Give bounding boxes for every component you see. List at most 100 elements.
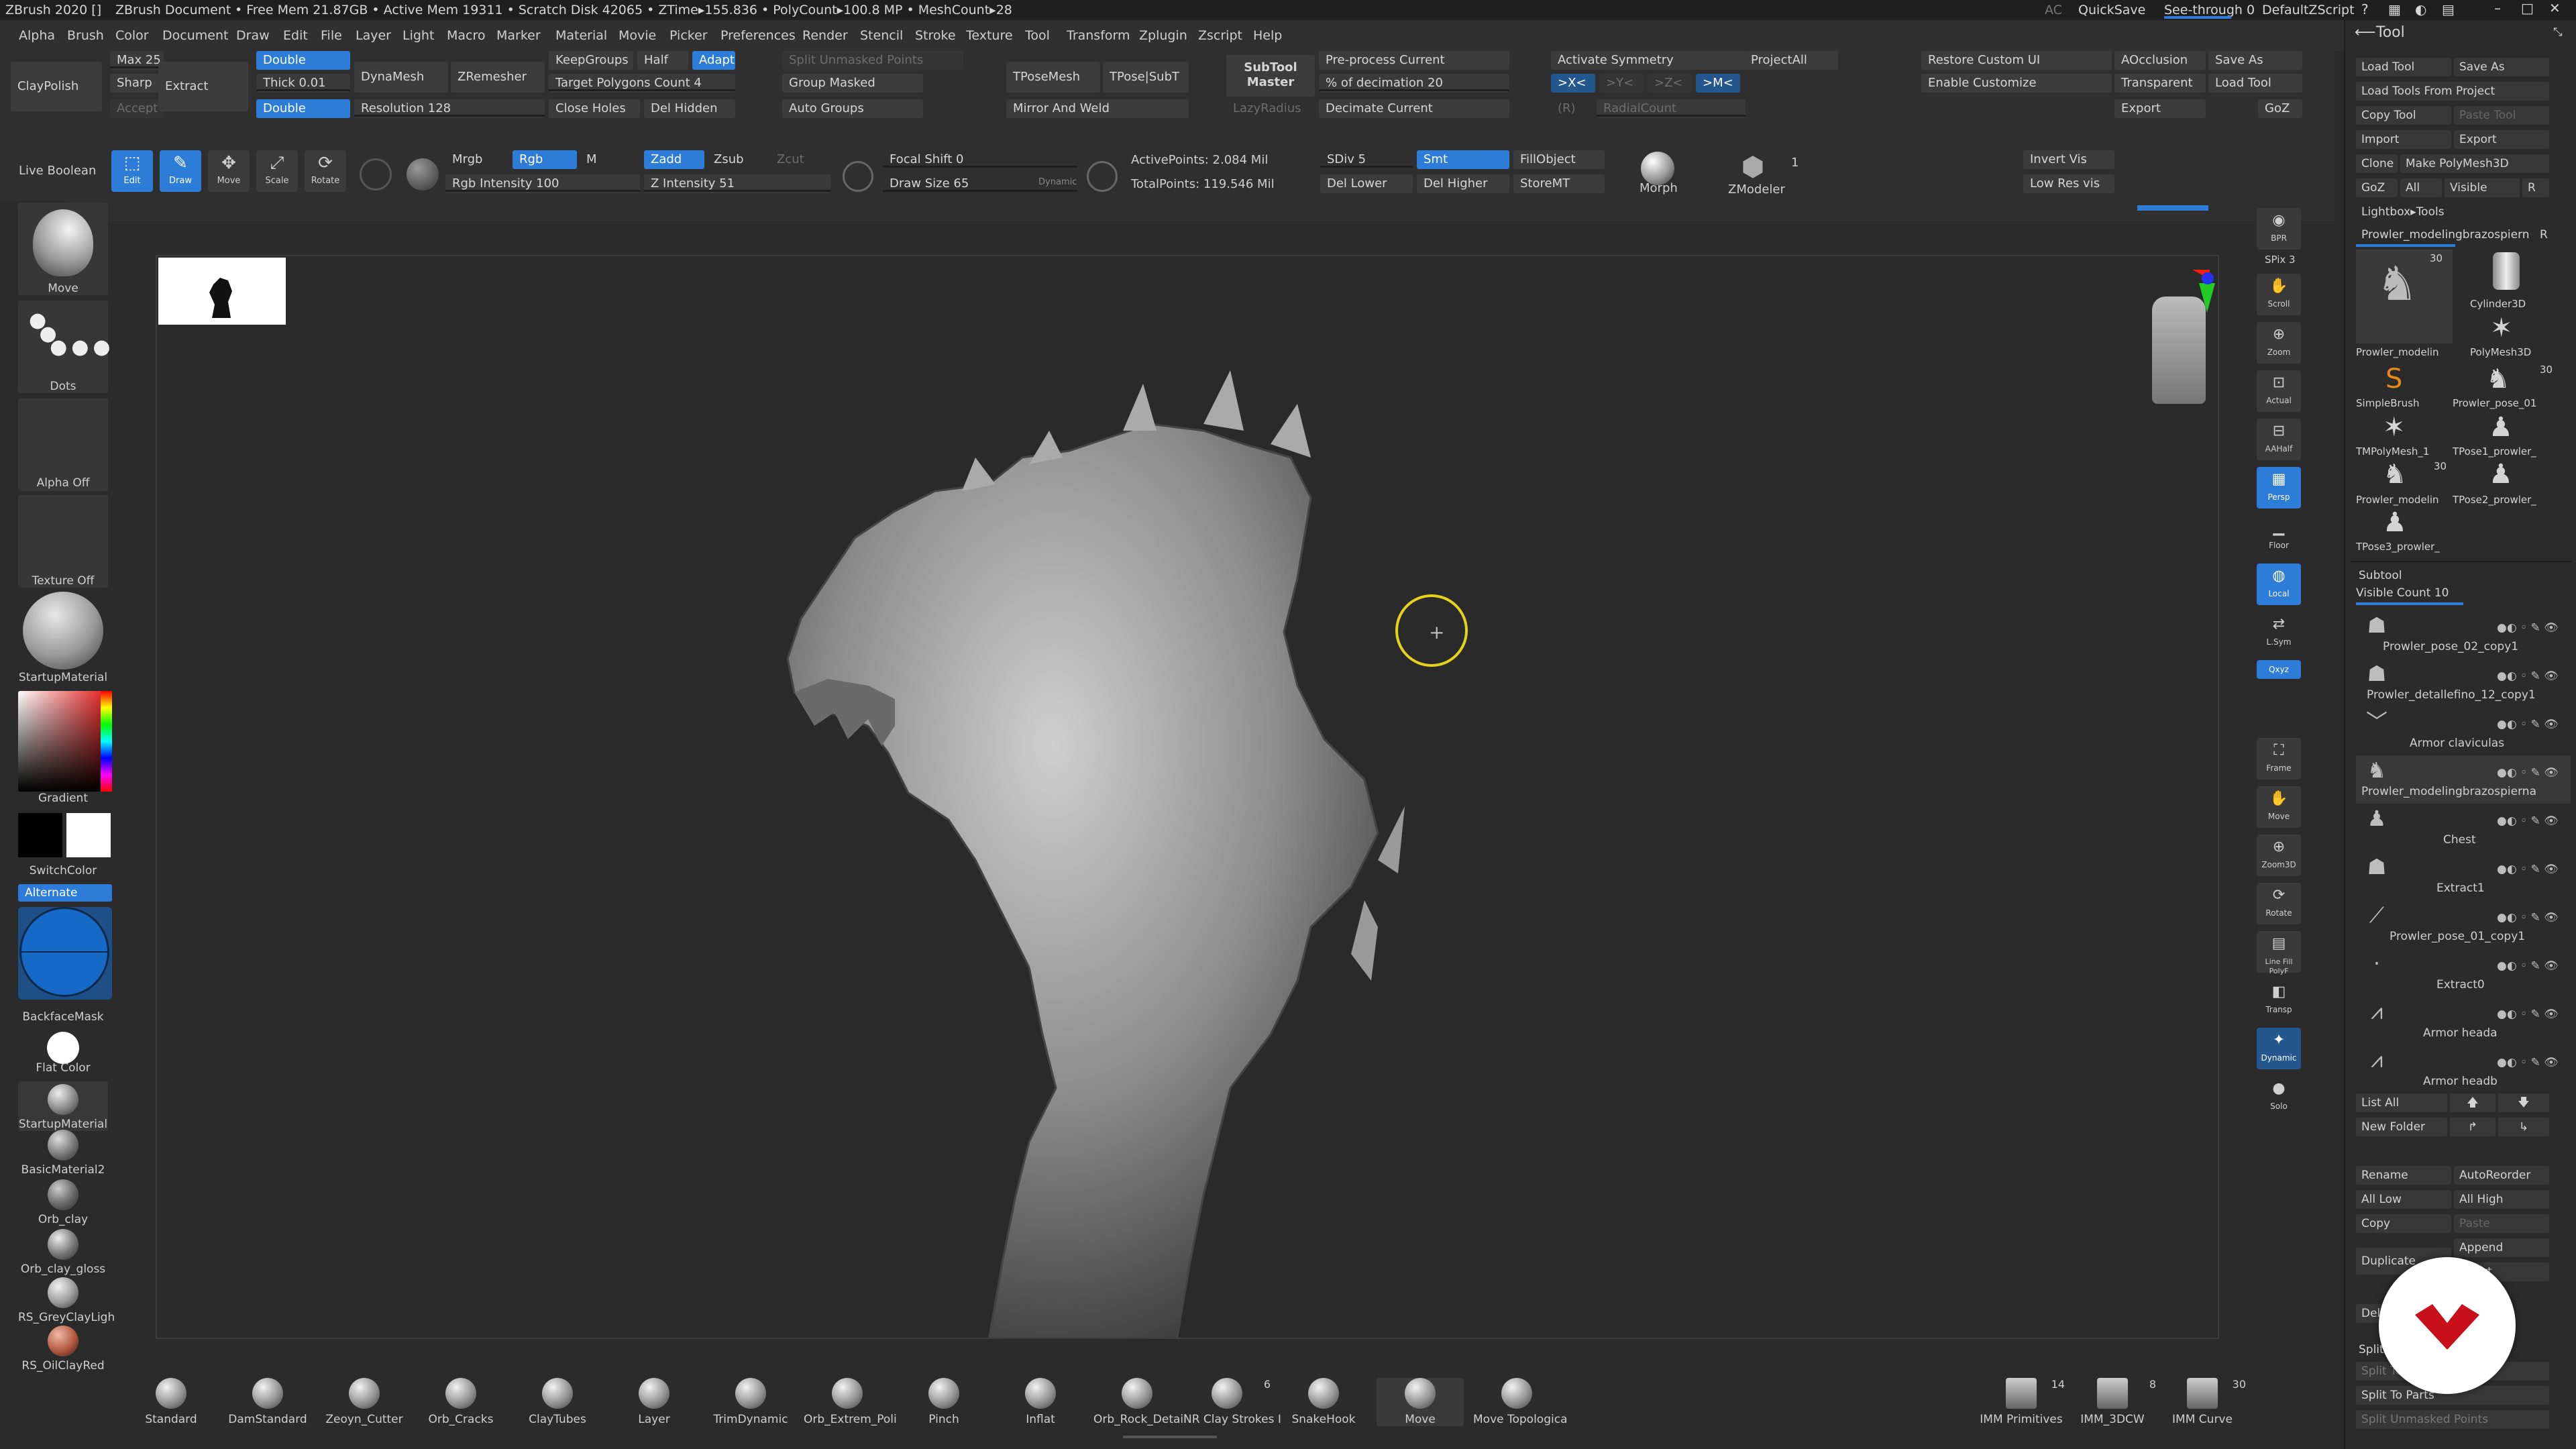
move-down-button[interactable]: 🡇	[2498, 1093, 2549, 1112]
dynamesh-button[interactable]: DynaMesh	[354, 62, 448, 93]
brush-orb-cracks[interactable]: Orb_Cracks	[417, 1378, 504, 1426]
draw-mode-button[interactable]: ✎ Draw	[160, 150, 201, 192]
minimize-icon[interactable]: –	[2494, 0, 2501, 16]
zadd-button[interactable]: Zadd	[644, 150, 704, 169]
view-gizmo[interactable]	[2118, 270, 2215, 404]
edit-mode-button[interactable]: ⬚ Edit	[111, 150, 153, 192]
save-as-button[interactable]: Save As	[2208, 51, 2302, 70]
tpose3-tool-icon[interactable]: ♟	[2383, 507, 2407, 538]
morph-sphere-icon[interactable]	[1641, 152, 1674, 185]
menu-color[interactable]: Color	[115, 28, 149, 43]
resolution-slider[interactable]: Resolution 128	[354, 99, 545, 118]
menu-material[interactable]: Material	[555, 28, 607, 43]
rotate-mode-button[interactable]: ⟳ Rotate	[305, 150, 346, 192]
menu-help[interactable]: Help	[1253, 28, 1282, 43]
goz-all-button[interactable]: All	[2400, 178, 2442, 197]
menu-stroke[interactable]: Stroke	[915, 28, 956, 43]
close-holes-button[interactable]: Close Holes	[549, 99, 640, 118]
subtool-row-2[interactable]: ☗ ●◐ ◦ ✎ 👁 Prowler_detallefino_12_copy1	[2356, 659, 2571, 707]
material-slot-5[interactable]: RS_GreyClayLigh	[18, 1277, 115, 1324]
gyro-icon[interactable]	[360, 158, 392, 191]
goz-button[interactable]: GoZ	[2258, 99, 2302, 118]
subtool-4-toggles[interactable]: ●◐ ◦ ✎ 👁	[2497, 766, 2559, 780]
menu-zscript[interactable]: Zscript	[1198, 28, 1242, 43]
subtool-7-toggles[interactable]: ●◐ ◦ ✎ 👁	[2497, 911, 2559, 924]
zremesher-button[interactable]: ZRemesher	[451, 62, 545, 93]
brush-inflat[interactable]: Inflat	[997, 1378, 1084, 1426]
quicksave-button[interactable]: QuickSave	[2078, 3, 2145, 17]
menu-zplugin[interactable]: Zplugin	[1139, 28, 1187, 43]
double-button-2[interactable]: Double	[256, 99, 350, 118]
menu-layer[interactable]: Layer	[356, 28, 391, 43]
zcut-button[interactable]: Zcut	[770, 150, 830, 169]
subtool-row-3[interactable]: ﹀ ●◐ ◦ ✎ 👁 Armor claviculas	[2356, 707, 2571, 755]
skin-icon[interactable]: ◐	[2415, 1, 2426, 17]
imm-primitives-brush[interactable]: IMM Primitives 14	[1978, 1378, 2065, 1426]
double-button-1[interactable]: Double	[256, 51, 350, 70]
tool-thumb-1[interactable]: ♞ 30	[2356, 250, 2453, 343]
move-view-button[interactable]: ✋ Move	[2257, 786, 2301, 828]
clone-button[interactable]: Clone	[2356, 154, 2398, 173]
copy-subtool-button[interactable]: Copy	[2356, 1214, 2451, 1233]
subtool-9-toggles[interactable]: ●◐ ◦ ✎ 👁	[2497, 1008, 2559, 1021]
simplebrush-tool-icon[interactable]: S	[2385, 364, 2402, 394]
half-button[interactable]: Half	[637, 51, 688, 70]
prowler-tool-icon[interactable]: ♞	[2383, 459, 2407, 490]
material-slot-6[interactable]: RS_OilClayRed	[18, 1326, 108, 1373]
mrgb-button[interactable]: Mrgb	[445, 150, 510, 169]
brush-nr-clay-strokes[interactable]: NR Clay Strokes I6	[1183, 1378, 1281, 1426]
menu-tool[interactable]: Tool	[1025, 28, 1050, 43]
dynamic-size-button[interactable]: Dynamic	[1038, 177, 1077, 187]
subtool-row-5[interactable]: ♟ ●◐ ◦ ✎ 👁 Chest	[2356, 804, 2571, 852]
invert-vis-button[interactable]: Invert Vis	[2023, 150, 2114, 169]
tpose1-tool-icon[interactable]: ♟	[2489, 412, 2513, 443]
lazyradius-slider[interactable]: LazyRadius	[1226, 99, 1315, 118]
persp-button[interactable]: ▦ Persp	[2257, 467, 2301, 508]
close-icon[interactable]: ✕	[2549, 0, 2561, 16]
lsym-button[interactable]: ⇄ L.Sym	[2257, 612, 2301, 653]
imm-curve-brush[interactable]: IMM Curve 30	[2159, 1378, 2246, 1426]
brush-snakehook[interactable]: SnakeHook	[1280, 1378, 1367, 1426]
decimation-slider[interactable]: % of decimation 20	[1319, 74, 1509, 93]
backfacemask-panel[interactable]	[18, 907, 112, 1000]
load-tool-button[interactable]: Load Tool	[2356, 58, 2451, 76]
target-polygons-slider[interactable]: Target Polygons Count 4	[549, 74, 735, 93]
symmetry-m-button[interactable]: >M<	[1696, 74, 1740, 93]
storemt-button[interactable]: StoreMT	[1513, 174, 1605, 193]
subtool-6-toggles[interactable]: ●◐ ◦ ✎ 👁	[2497, 863, 2559, 876]
dock-icon[interactable]: ▤	[2442, 1, 2455, 17]
menu-draw[interactable]: Draw	[236, 28, 270, 43]
subtool-2-toggles[interactable]: ●◐ ◦ ✎ 👁	[2497, 669, 2559, 683]
subtool-row-1[interactable]: ☗ ●◐ ◦ ✎ 👁 Prowler_pose_02_copy1	[2356, 610, 2571, 659]
material-sphere[interactable]	[23, 592, 103, 669]
brush-claytubes[interactable]: ClayTubes	[514, 1378, 601, 1426]
zmodeler-button[interactable]: ZModeler	[1728, 182, 1785, 197]
subtool-8-toggles[interactable]: ●◐ ◦ ✎ 👁	[2497, 959, 2559, 973]
subtool-row-4-selected[interactable]: ♞ ●◐ ◦ ✎ 👁 Prowler_modelingbrazospierna	[2356, 755, 2571, 804]
make-polymesh-button[interactable]: Make PolyMesh3D	[2400, 154, 2549, 173]
split-unmasked-points-button[interactable]: Split Unmasked Points	[2356, 1410, 2549, 1429]
morph-button[interactable]: Morph	[1640, 181, 1678, 195]
tmpolymesh-tool-icon[interactable]: ✶	[2383, 412, 2406, 443]
menu-alpha[interactable]: Alpha	[19, 28, 55, 43]
group-masked-button[interactable]: Group Masked	[782, 74, 923, 93]
save-as-button[interactable]: Save As	[2454, 58, 2549, 76]
goz-visible-button[interactable]: Visible	[2445, 178, 2520, 197]
spix-slider[interactable]: SPix 3	[2265, 254, 2296, 266]
autoreorder-button[interactable]: AutoReorder	[2454, 1166, 2549, 1185]
menu-brush[interactable]: Brush	[67, 28, 104, 43]
panel-pin-icon[interactable]: ⤡	[2553, 25, 2563, 39]
brush-orb-rock-detail[interactable]: Orb_Rock_Detail	[1093, 1378, 1187, 1426]
export-tool-button[interactable]: Export	[2454, 130, 2549, 149]
menu-preferences[interactable]: Preferences	[720, 28, 796, 43]
move-mode-button[interactable]: ✥ Move	[208, 150, 250, 192]
flat-color-sphere[interactable]	[47, 1032, 79, 1064]
scale-mode-button[interactable]: ⤢ Scale	[256, 150, 298, 192]
projectall-button[interactable]: ProjectAll	[1744, 51, 1838, 70]
all-low-button[interactable]: All Low	[2356, 1190, 2451, 1209]
material-slot-4[interactable]: Orb_clay_gloss	[18, 1229, 108, 1276]
subtool-row-10[interactable]: ⩘ ●◐ ◦ ✎ 👁 Armor headb	[2356, 1045, 2571, 1093]
menu-texture[interactable]: Texture	[966, 28, 1013, 43]
main-color-swatch[interactable]	[66, 813, 111, 857]
adapt-button[interactable]: Adapt	[692, 51, 735, 70]
